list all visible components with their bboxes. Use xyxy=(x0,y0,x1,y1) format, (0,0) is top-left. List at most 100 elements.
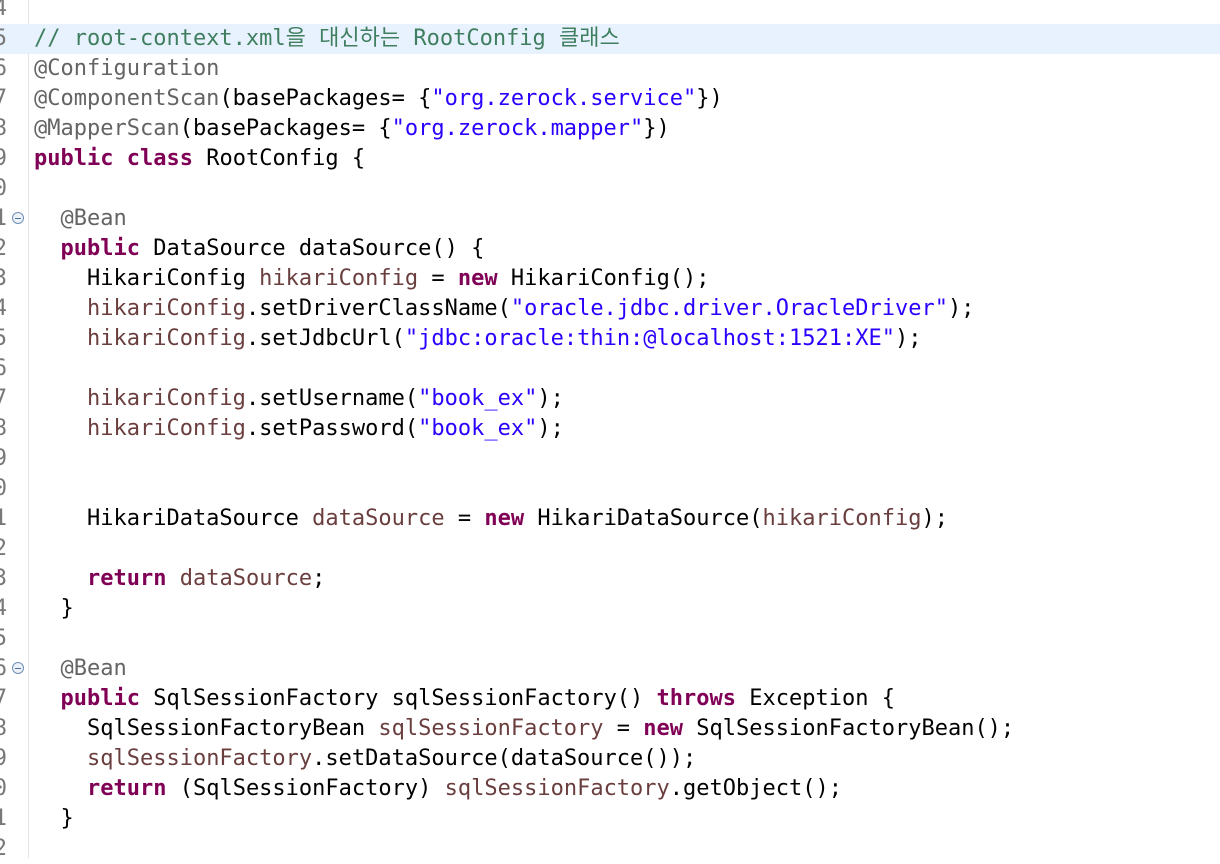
code-line[interactable]: 5 // root-context.xml을 대신하는 RootConfig 클래… xyxy=(0,24,1220,54)
code-line[interactable]: 1 HikariDataSource dataSource = new Hika… xyxy=(0,504,1220,534)
code-token-var: sqlSessionFactory xyxy=(86,746,313,771)
code-token-str: "book_ex" xyxy=(418,386,538,411)
code-line[interactable]: 9 public class RootConfig { xyxy=(0,144,1220,174)
code-text[interactable]: } xyxy=(34,594,74,624)
code-line[interactable]: 1 @Bean xyxy=(0,204,1220,234)
code-token-var: sqlSessionFactory xyxy=(378,716,604,741)
code-text[interactable]: // root-context.xml을 대신하는 RootConfig 클래스 xyxy=(34,24,620,54)
code-editor[interactable]: 4 5 // root-context.xml을 대신하는 RootConfig 클… xyxy=(0,0,1220,861)
code-line[interactable]: 9 sqlSessionFactory.setDataSource(dataSo… xyxy=(0,744,1220,774)
code-line[interactable]: 7 hikariConfig.setUsername("book_ex"); xyxy=(0,384,1220,414)
code-token-txt: HikariConfig(); xyxy=(497,266,710,291)
code-text[interactable]: hikariConfig.setDriverClassName("oracle.… xyxy=(34,294,974,324)
code-token-var: hikariConfig xyxy=(762,506,922,531)
code-text[interactable]: @Configuration xyxy=(34,54,219,84)
code-token-txt: .setPassword( xyxy=(245,416,419,441)
code-token-txt: ); xyxy=(537,386,564,411)
code-text[interactable]: @MapperScan(basePackages= {"org.zerock.m… xyxy=(34,114,670,144)
code-text[interactable]: @Bean xyxy=(34,654,126,684)
code-token-str: "org.zerock.service" xyxy=(431,86,697,111)
code-token-kw: return xyxy=(86,776,167,801)
code-text[interactable]: public SqlSessionFactory sqlSessionFacto… xyxy=(34,684,895,714)
code-token-txt: } xyxy=(34,596,74,621)
code-text[interactable]: @ComponentScan(basePackages= {"org.zeroc… xyxy=(34,84,723,114)
line-number: 7 xyxy=(0,686,7,711)
code-token-txt: ); xyxy=(537,416,564,441)
code-line[interactable]: 3 return dataSource; xyxy=(0,564,1220,594)
code-line[interactable]: 9 xyxy=(0,444,1220,474)
code-line[interactable]: 7 @ComponentScan(basePackages= {"org.zero… xyxy=(0,84,1220,114)
code-token-txt: (basePackages= { xyxy=(219,86,432,111)
code-line[interactable]: 2 xyxy=(0,834,1220,864)
code-token-txt: SqlSessionFactory sqlSessionFactory() xyxy=(139,686,657,711)
code-token-kw: public xyxy=(60,686,140,711)
code-text[interactable]: @Bean xyxy=(34,204,126,234)
code-line[interactable]: 0 xyxy=(0,174,1220,204)
code-line[interactable]: 0 return (SqlSessionFactory) sqlSessionF… xyxy=(0,774,1220,804)
line-number: 7 xyxy=(0,86,7,111)
code-token-var: dataSource xyxy=(179,566,313,591)
code-token-var: hikariConfig xyxy=(86,296,246,321)
code-line[interactable]: 6 xyxy=(0,354,1220,384)
code-line[interactable]: 6 @Configuration xyxy=(0,54,1220,84)
code-token-txt: ); xyxy=(894,326,922,351)
line-number: 6 xyxy=(0,356,7,381)
code-text[interactable]: } xyxy=(34,804,74,834)
code-line[interactable]: 3 HikariConfig hikariConfig = new Hikari… xyxy=(0,264,1220,294)
code-line[interactable]: 5 hikariConfig.setJdbcUrl("jdbc:oracle:t… xyxy=(0,324,1220,354)
code-text[interactable]: SqlSessionFactoryBean sqlSessionFactory … xyxy=(34,714,1014,744)
fold-collapse-icon[interactable] xyxy=(12,662,24,674)
line-number: 8 xyxy=(0,716,7,741)
code-token-txt: .setDataSource(dataSource()); xyxy=(312,746,697,771)
code-token-txt: } xyxy=(34,806,74,831)
code-token-txt: ); xyxy=(947,296,975,321)
line-number: 8 xyxy=(0,416,7,441)
code-token-str: "org.zerock.mapper" xyxy=(391,116,644,141)
code-text[interactable]: HikariDataSource dataSource = new Hikari… xyxy=(34,504,948,534)
code-line[interactable]: 2 public DataSource dataSource() { xyxy=(0,234,1220,264)
code-token-kw: new xyxy=(643,716,684,741)
code-text[interactable]: HikariConfig hikariConfig = new HikariCo… xyxy=(34,264,710,294)
code-line[interactable]: 4 hikariConfig.setDriverClassName("oracl… xyxy=(0,294,1220,324)
line-number: 2 xyxy=(0,236,7,261)
code-text[interactable]: hikariConfig.setJdbcUrl("jdbc:oracle:thi… xyxy=(34,324,921,354)
fold-collapse-icon[interactable] xyxy=(12,212,24,224)
code-token-var: hikariConfig xyxy=(86,386,246,411)
line-number: 8 xyxy=(0,116,7,141)
code-text[interactable]: sqlSessionFactory.setDataSource(dataSour… xyxy=(34,744,696,774)
line-number: 7 xyxy=(0,386,7,411)
code-line[interactable]: 0 xyxy=(0,474,1220,504)
code-line[interactable]: 4 xyxy=(0,0,1220,24)
line-number: 9 xyxy=(0,146,7,171)
code-token-var: hikariConfig xyxy=(259,266,419,291)
code-line[interactable]: 8 @MapperScan(basePackages= {"org.zerock.… xyxy=(0,114,1220,144)
code-token-txt: .setJdbcUrl( xyxy=(245,326,405,351)
line-number: 5 xyxy=(0,626,7,651)
code-token-txt: = xyxy=(418,266,458,291)
code-token-str: "oracle.jdbc.driver.OracleDriver" xyxy=(510,296,948,321)
code-line[interactable]: 5 xyxy=(0,624,1220,654)
code-text[interactable]: public DataSource dataSource() { xyxy=(34,234,485,264)
code-line[interactable]: 2 xyxy=(0,534,1220,564)
code-line[interactable]: 4 } xyxy=(0,594,1220,624)
code-token-txt: HikariDataSource xyxy=(34,506,313,531)
code-token-kw: class xyxy=(126,146,193,171)
code-text[interactable]: return dataSource; xyxy=(34,564,325,594)
line-number: 1 xyxy=(0,506,7,531)
code-text[interactable]: hikariConfig.setUsername("book_ex"); xyxy=(34,384,564,414)
code-line[interactable]: 1 } xyxy=(0,804,1220,834)
code-text[interactable]: public class RootConfig { xyxy=(34,144,365,174)
code-token-txt: RootConfig { xyxy=(192,146,366,171)
code-line[interactable]: 6 @Bean xyxy=(0,654,1220,684)
code-text[interactable]: hikariConfig.setPassword("book_ex"); xyxy=(34,414,564,444)
code-text[interactable]: return (SqlSessionFactory) sqlSessionFac… xyxy=(34,774,842,804)
code-token-txt: .getObject(); xyxy=(669,776,842,801)
line-number: 2 xyxy=(0,836,7,861)
code-token-str: "book_ex" xyxy=(418,416,538,441)
code-line[interactable]: 8 SqlSessionFactoryBean sqlSessionFactor… xyxy=(0,714,1220,744)
code-line[interactable]: 7 public SqlSessionFactory sqlSessionFac… xyxy=(0,684,1220,714)
code-line[interactable]: 8 hikariConfig.setPassword("book_ex"); xyxy=(0,414,1220,444)
